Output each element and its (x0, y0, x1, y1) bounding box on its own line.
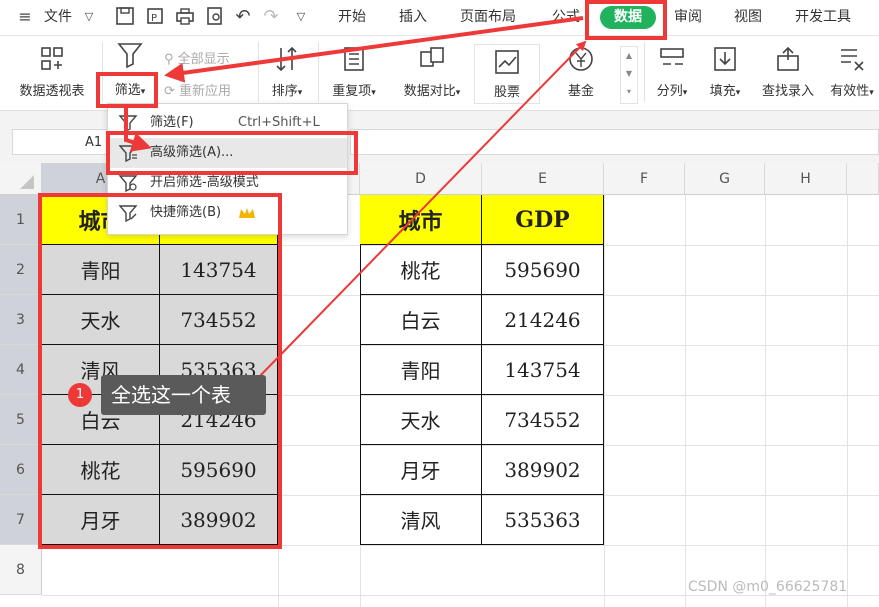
highlight-advanced-filter (106, 131, 358, 175)
highlight-filter-button (96, 72, 158, 108)
arrow-table-to-data-tab (257, 40, 587, 379)
step-badge: 1 (68, 383, 92, 407)
watermark: CSDN @m0_66625781 (688, 579, 848, 595)
highlight-source-table (38, 193, 282, 549)
highlight-data-tab (585, 0, 667, 40)
arrow-data-tab-to-filter (164, 16, 584, 83)
annotation-tooltip: 全选这一个表 (101, 375, 266, 415)
